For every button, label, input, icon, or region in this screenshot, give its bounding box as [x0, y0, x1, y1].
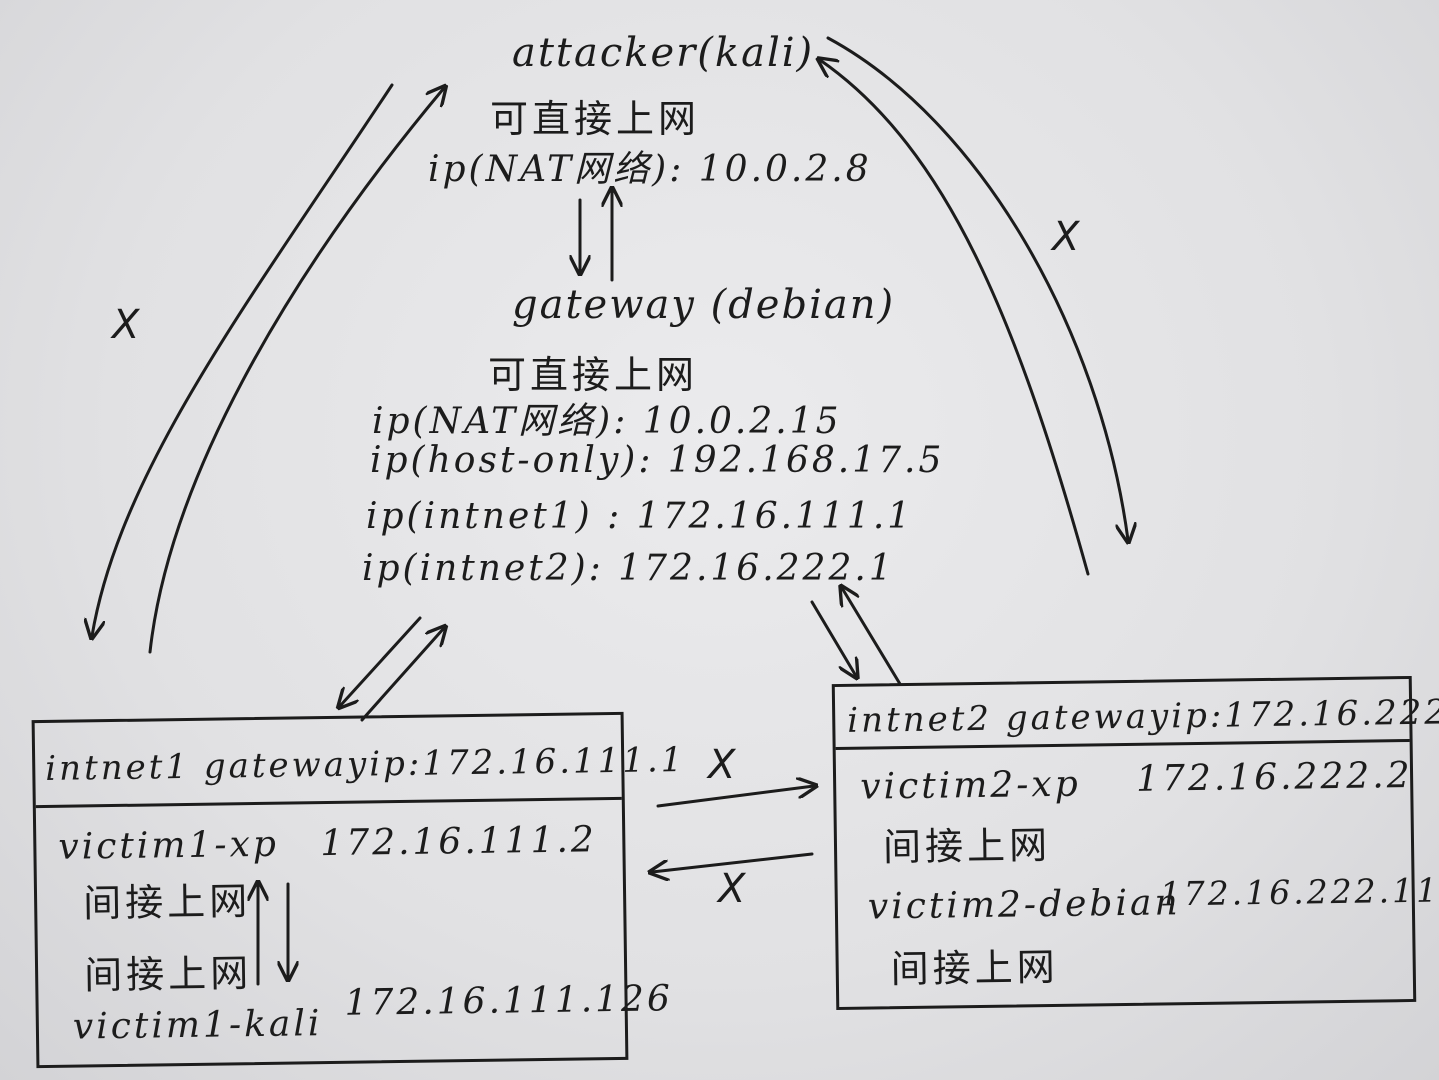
victim1-xp-note: 间接上网 [82, 879, 252, 926]
victim2-xp-ip: 172.16.222.2 [1135, 754, 1413, 800]
gateway-title: gateway (debian) [512, 282, 896, 328]
arrow-gateway-to-intnet2 [810, 600, 856, 676]
intnet1-header: intnet1 gatewayip:172.16.111.1 [45, 740, 686, 789]
blocked-mark-right: X [1052, 214, 1080, 260]
victim1-kali-ip: 172.16.111.126 [344, 978, 674, 1024]
attacker-title: attacker(kali) [512, 30, 815, 76]
blocked-mark-mid-top: X [708, 742, 736, 788]
victim1-kali-name: victim1-kali [72, 1003, 323, 1048]
victim1-xp-name: victim1-xp [58, 823, 280, 868]
blocked-mark-mid-bottom: X [718, 866, 746, 912]
intnet1-header-divider [35, 796, 622, 809]
intnet2-box: intnet2 gatewayip:172.16.222.1 victim2-x… [831, 675, 1439, 1011]
arrow-intnet1-to-gateway [360, 628, 444, 722]
blocked-mark-left: X [112, 302, 140, 348]
arrow-intnet1-to-intnet2 [656, 786, 814, 808]
gateway-note: 可直接上网 [488, 353, 699, 397]
intnet1-box: intnet1 gatewayip:172.16.111.1 victim1-x… [31, 711, 686, 1069]
intnet2-header: intnet2 gatewayip:172.16.222.1 [846, 691, 1439, 741]
attacker-ip-nat: ip(NAT网络): 10.0.2.8 [428, 149, 872, 190]
victim2-debian-name: victim2-debian [867, 882, 1181, 928]
victim1-xp-ip: 172.16.111.2 [320, 819, 598, 865]
victim1-kali-note: 间接上网 [83, 951, 253, 998]
victim2-xp-note: 间接上网 [882, 823, 1052, 870]
victim2-debian-note: 间接上网 [890, 944, 1060, 992]
arrow-gateway-to-intnet1 [340, 616, 422, 706]
arrow-attacker-to-intnet1 [92, 83, 394, 636]
attacker-note: 可直接上网 [490, 97, 701, 141]
gateway-ip-hostonly: ip(host-only): 192.168.17.5 [370, 440, 945, 481]
victim2-debian-ip: 172.16.222.114 [1159, 870, 1439, 914]
victim2-xp-name: victim2-xp [859, 763, 1082, 808]
intnet2-header-divider [835, 739, 1410, 751]
gateway-ip-intnet1: ip(intnet1) : 172.16.111.1 [366, 496, 914, 537]
gateway-ip-nat: ip(NAT网络): 10.0.2.15 [372, 401, 842, 442]
gateway-ip-intnet2: ip(intnet2): 172.16.222.1 [362, 548, 895, 589]
